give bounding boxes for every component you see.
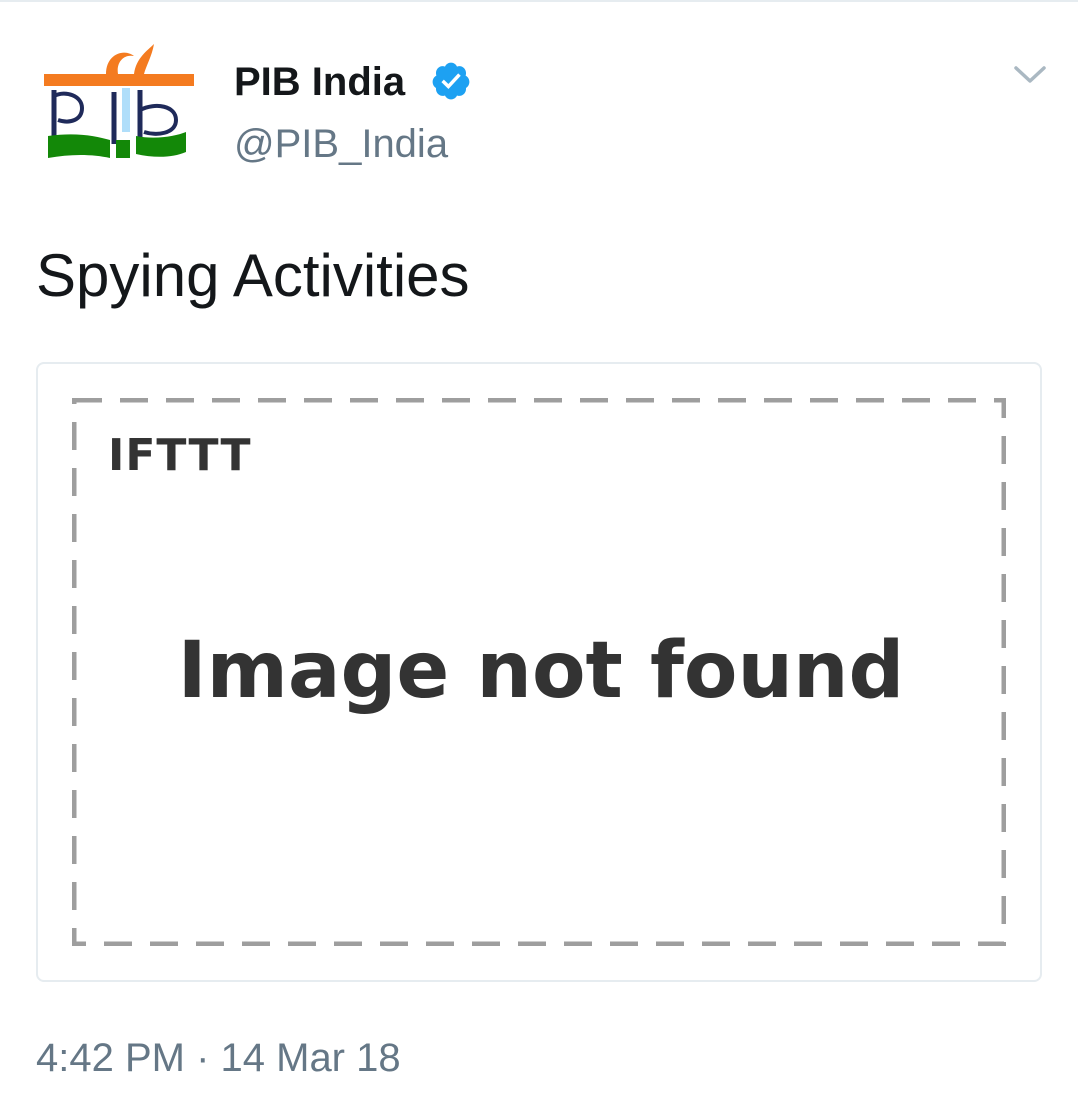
image-not-found-message: Image not found <box>177 626 905 716</box>
top-divider <box>0 0 1078 2</box>
tweet-timestamp[interactable]: 4:42 PM · 14 Mar 18 <box>36 1034 401 1082</box>
author-handle[interactable]: @PIB_India <box>234 120 448 168</box>
chevron-down-icon[interactable] <box>1010 56 1050 92</box>
author-display-name[interactable]: PIB India <box>234 58 405 106</box>
pib-logo-icon <box>44 44 194 158</box>
tweet-text: Spying Activities <box>36 242 470 309</box>
card-brand-label: IFTTT <box>108 430 252 481</box>
author-avatar[interactable] <box>36 40 196 170</box>
verified-badge-icon <box>430 60 472 102</box>
link-card[interactable]: IFTTT Image not found <box>36 362 1042 982</box>
